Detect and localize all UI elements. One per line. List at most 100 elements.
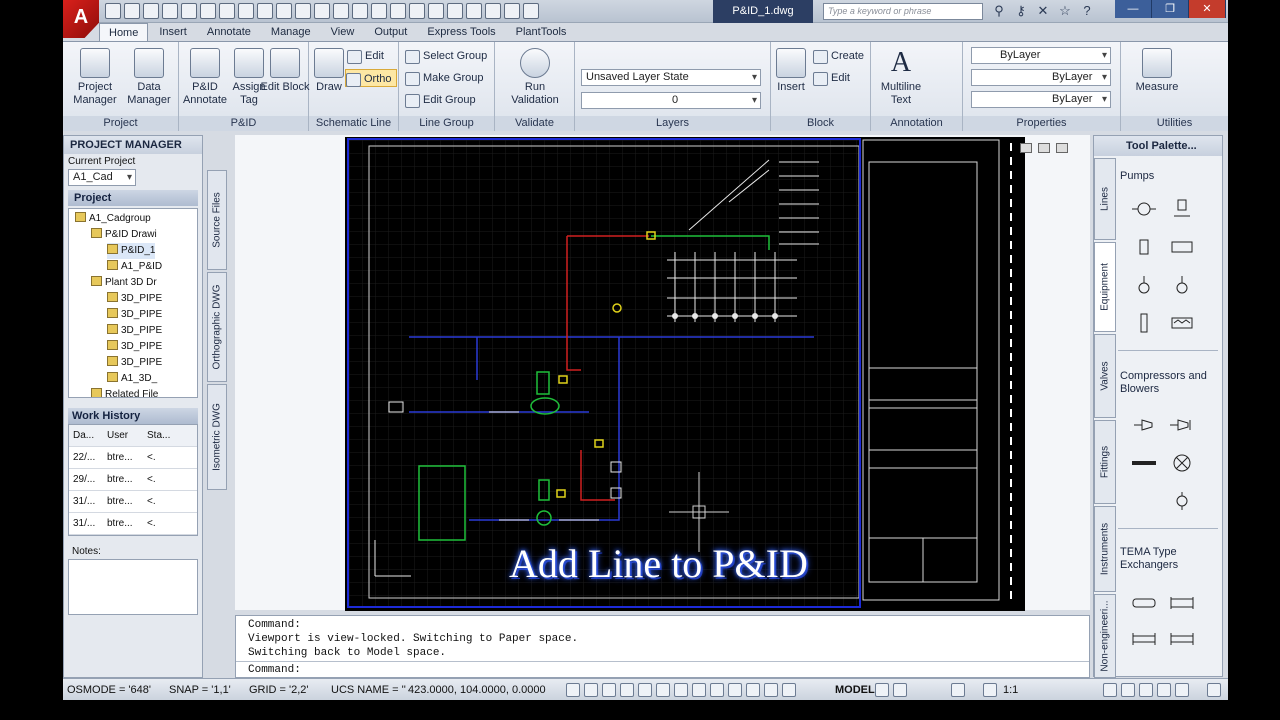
object-snap-tracking-icon[interactable]	[692, 683, 706, 697]
quick-properties-icon[interactable]	[782, 683, 796, 697]
layout-icon[interactable]	[875, 683, 889, 697]
tab-planttools[interactable]: PlantTools	[507, 23, 576, 41]
circle-icon[interactable]	[371, 3, 387, 19]
save-icon[interactable]	[143, 3, 159, 19]
ortho-toggle[interactable]: Ortho	[345, 69, 397, 87]
project-manager-button[interactable]: Project Manager	[69, 48, 121, 107]
object-snap-icon[interactable]	[656, 683, 670, 697]
column-header[interactable]: Da...	[69, 425, 103, 446]
tab-fittings[interactable]: Fittings	[1094, 420, 1116, 504]
tab-manage[interactable]: Manage	[262, 23, 320, 41]
redo-icon[interactable]	[200, 3, 216, 19]
undo-icon[interactable]	[181, 3, 197, 19]
multiline-text-button[interactable]: A Multiline Text	[875, 48, 927, 107]
color-dropdown[interactable]: ByLayer	[971, 47, 1111, 64]
vertical-pump-icon[interactable]	[1168, 198, 1196, 220]
zoom-icon[interactable]	[276, 3, 292, 19]
open-icon[interactable]	[124, 3, 140, 19]
workspace-switching-icon[interactable]	[1103, 683, 1117, 697]
lock-icon[interactable]	[1121, 683, 1135, 697]
lineweight-icon[interactable]	[746, 683, 760, 697]
model-toggle[interactable]: MODEL	[835, 679, 875, 700]
make-group-button[interactable]: Make Group	[405, 69, 484, 87]
transparency-icon[interactable]	[764, 683, 778, 697]
close-icon[interactable]: ✕	[1189, 0, 1226, 18]
move-icon[interactable]	[447, 3, 463, 19]
rotary-compressor-icon[interactable]	[1168, 414, 1196, 436]
annotation-scale-icon[interactable]	[983, 683, 997, 697]
wrench-icon[interactable]: ✕	[1035, 3, 1051, 19]
screw-pump-icon[interactable]	[1168, 236, 1196, 258]
matchprop-icon[interactable]	[238, 3, 254, 19]
model-viewport[interactable]	[347, 138, 861, 608]
vertical-inline-pump-icon[interactable]	[1168, 274, 1196, 296]
restore-icon[interactable]: ❐	[1152, 0, 1189, 18]
new-icon[interactable]	[105, 3, 121, 19]
ortho-mode-icon[interactable]	[620, 683, 634, 697]
project-tab[interactable]: Project	[68, 190, 198, 206]
tab-equipment[interactable]: Equipment	[1094, 242, 1116, 332]
pan-icon[interactable]	[257, 3, 273, 19]
tab-lines[interactable]: Lines	[1094, 158, 1116, 240]
dynamic-input-icon[interactable]	[728, 683, 742, 697]
create-block-button[interactable]: Create	[813, 47, 864, 65]
help-icon[interactable]: ?	[1079, 3, 1095, 19]
minimize-icon[interactable]: —	[1115, 0, 1152, 18]
edit-line-button[interactable]: Edit	[347, 47, 384, 65]
tab-express-tools[interactable]: Express Tools	[418, 23, 504, 41]
table-row[interactable]: 29/... btre... <.	[69, 469, 197, 491]
rotate-icon[interactable]	[485, 3, 501, 19]
document-tab[interactable]: P&ID_1.dwg	[713, 0, 813, 23]
fan-icon[interactable]	[1168, 452, 1196, 474]
tab-home[interactable]: Home	[99, 23, 149, 41]
properties-icon[interactable]	[219, 3, 235, 19]
tab-valves[interactable]: Valves	[1094, 334, 1116, 418]
tree-item[interactable]: Plant 3D Dr	[91, 275, 157, 291]
tree-item[interactable]: 3D_PIPE	[107, 291, 162, 307]
tab-source-files[interactable]: Source Files	[207, 170, 227, 270]
command-input[interactable]: Command:	[236, 661, 1089, 677]
tree-item[interactable]: 3D_PIPE	[107, 307, 162, 323]
insert-block-button[interactable]: Insert	[771, 48, 811, 94]
infer-constraints-icon[interactable]	[566, 683, 580, 697]
line-icon[interactable]	[333, 3, 349, 19]
tree-item[interactable]: A1_Cadgroup	[75, 211, 151, 227]
linetype-dropdown[interactable]: ByLayer	[971, 69, 1111, 86]
close-icon[interactable]	[1056, 143, 1068, 153]
trim-icon[interactable]	[504, 3, 520, 19]
hardware-acceleration-icon[interactable]	[1139, 683, 1153, 697]
restore-icon[interactable]	[1038, 143, 1050, 153]
tree-item[interactable]: A1_3D_	[107, 371, 157, 387]
sump-pump-icon[interactable]	[1130, 274, 1158, 296]
tab-isometric-dwg[interactable]: Isometric DWG	[207, 384, 227, 490]
select-group-button[interactable]: Select Group	[405, 47, 487, 65]
table-row[interactable]: 22/... btre... <.	[69, 447, 197, 469]
canned-pump-icon[interactable]	[1130, 312, 1158, 334]
measure-button[interactable]: Measure	[1127, 48, 1187, 94]
layer-icon[interactable]	[295, 3, 311, 19]
tree-item[interactable]: Related File	[91, 387, 158, 397]
tree-item[interactable]: 3D_PIPE	[107, 323, 162, 339]
application-menu-button[interactable]: A	[63, 0, 99, 38]
annotation-scale-readout[interactable]: 1:1	[1003, 679, 1018, 700]
layout-icon[interactable]	[893, 683, 907, 697]
tree-item[interactable]: 3D_PIPE	[107, 339, 162, 355]
centrifugal-pump-icon[interactable]	[1130, 198, 1158, 220]
gear-pump-icon[interactable]	[1168, 312, 1196, 334]
drawing-canvas[interactable]	[235, 135, 1090, 611]
block-icon[interactable]	[314, 3, 330, 19]
polyline-icon[interactable]	[352, 3, 368, 19]
3d-osnap-icon[interactable]	[674, 683, 688, 697]
copy-icon[interactable]	[466, 3, 482, 19]
layer-state-dropdown[interactable]: Unsaved Layer State	[581, 69, 761, 86]
exchanger-icon[interactable]	[1130, 592, 1158, 614]
tree-item[interactable]: 3D_PIPE	[107, 355, 162, 371]
tab-non-engineering[interactable]: Non-engineeri...	[1094, 594, 1116, 678]
key-icon[interactable]: ⚷	[1013, 3, 1029, 19]
minimize-icon[interactable]	[1020, 143, 1032, 153]
run-validation-button[interactable]: Run Validation	[505, 48, 565, 107]
tree-item[interactable]: P&ID Drawi	[91, 227, 157, 243]
blower-icon[interactable]	[1130, 452, 1158, 474]
workspace-icon[interactable]	[523, 3, 539, 19]
tab-insert[interactable]: Insert	[150, 23, 196, 41]
